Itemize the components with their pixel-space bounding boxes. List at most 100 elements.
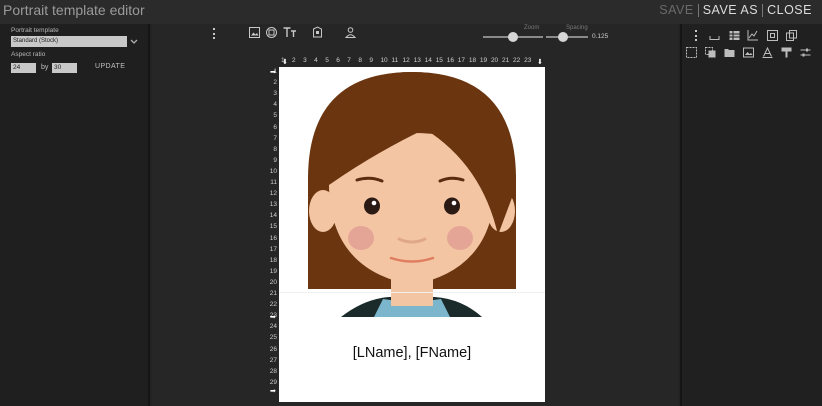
left-panel: Portrait template Standard (Stock) Aspec…: [0, 24, 150, 406]
table-icon[interactable]: [729, 30, 740, 41]
ruler-tick-label: 14: [424, 57, 432, 64]
save-button[interactable]: SAVE: [659, 3, 693, 17]
ruler-tick-label: 22: [513, 57, 521, 64]
ruler-marker-icon[interactable]: ➡: [270, 68, 276, 76]
guide-line: [279, 292, 545, 293]
divider: [697, 3, 699, 17]
divider: [762, 3, 764, 17]
ruler-tick-label: 25: [269, 334, 277, 342]
ruler-tick-label: 24: [269, 323, 277, 331]
ruler-tick-label: 17: [457, 57, 466, 64]
ruler-tick-label: 9: [273, 156, 277, 164]
ruler-tick-label: 8: [358, 57, 362, 64]
group-icon[interactable]: [705, 47, 716, 58]
ruler-tick-label: 5: [273, 112, 277, 120]
ruler-tick-label: 28: [269, 367, 277, 375]
save-as-button[interactable]: SAVE AS: [703, 3, 758, 17]
ruler-tick-label: 13: [413, 57, 421, 64]
ruler-tick-label: 12: [402, 57, 410, 64]
ruler-tick-label: 2: [292, 57, 296, 64]
ruler-tick-label: 11: [270, 179, 277, 186]
spacing-slider-handle[interactable]: [558, 32, 568, 42]
grid-icon[interactable]: [767, 30, 778, 41]
paint-roller-icon[interactable]: [781, 47, 792, 58]
ruler-tick-label: 3: [273, 90, 277, 98]
circle-frame-icon[interactable]: [266, 27, 277, 38]
ruler-marker-icon[interactable]: ➡: [270, 313, 276, 321]
sliders-icon[interactable]: [800, 47, 811, 58]
badge-icon[interactable]: [312, 26, 323, 38]
ruler-tick-label: 11: [391, 57, 399, 64]
more-vert-icon[interactable]: [212, 28, 216, 39]
ruler-tick-label: 21: [269, 290, 277, 297]
ruler-tick-label: 18: [468, 57, 477, 64]
ruler-tick-label: 20: [490, 57, 499, 64]
font-icon[interactable]: [762, 46, 773, 58]
ruler-tick-label: 7: [347, 57, 351, 64]
aspect-height-field[interactable]: 30: [52, 63, 77, 73]
name-placeholder-text[interactable]: [LName], [FName]: [279, 345, 545, 361]
aspect-width-field[interactable]: 24: [11, 63, 36, 73]
update-button[interactable]: UPDATE: [95, 63, 125, 70]
spacing-value: 0.125: [592, 33, 609, 40]
ruler-tick-label: 26: [269, 345, 277, 353]
ruler-tick-label: 4: [314, 57, 318, 64]
right-panel: [680, 24, 822, 406]
layers-icon[interactable]: [724, 47, 735, 58]
by-label: by: [41, 64, 49, 71]
underline-icon[interactable]: [709, 30, 720, 41]
select-icon[interactable]: [686, 47, 697, 58]
close-button[interactable]: CLOSE: [767, 3, 812, 17]
ruler-tick-label: 5: [325, 57, 329, 64]
ruler-tick-label: 19: [479, 57, 488, 64]
ruler-tick-label: 19: [269, 267, 277, 275]
portrait-photo[interactable]: [279, 67, 545, 317]
copy-icon[interactable]: [786, 30, 797, 41]
ruler-tick-label: 27: [269, 356, 277, 364]
zoom-label: Zoom: [524, 25, 540, 31]
text-size-icon[interactable]: [283, 27, 297, 38]
ruler-tick-label: 9: [369, 57, 374, 64]
ruler-tick-label: 15: [269, 223, 277, 231]
ruler-tick-label: 29: [269, 378, 277, 386]
ruler-tick-label: 13: [269, 201, 277, 209]
ruler-tick-label: 12: [269, 190, 277, 198]
ruler-tick-label: 22: [269, 301, 277, 309]
title-actions: SAVE SAVE AS CLOSE: [659, 3, 812, 17]
ruler-tick-label: 2: [273, 79, 277, 87]
ruler-tick-label: 6: [273, 123, 277, 131]
ruler-tick-label: 17: [269, 245, 277, 253]
ruler-tick-label: 21: [502, 57, 510, 64]
image-icon[interactable]: [249, 27, 260, 38]
ruler-tick-label: 7: [273, 134, 277, 142]
spacing-label: Spacing: [566, 25, 588, 31]
ruler-tick-label: 23: [524, 57, 532, 64]
ruler-tick-label: 6: [336, 57, 340, 64]
ruler-tick-label: 4: [273, 101, 277, 109]
ruler-tick-label: 3: [303, 57, 307, 64]
aspect-ratio-label: Aspect ratio: [11, 51, 46, 58]
ruler-marker-icon[interactable]: ➡: [270, 387, 276, 395]
chevron-down-icon[interactable]: [129, 36, 139, 47]
ruler-tick-label: 20: [269, 278, 277, 286]
ruler-marker-icon[interactable]: ⬇: [282, 58, 288, 66]
more-vert-icon[interactable]: [694, 30, 698, 41]
ruler-tick-label: 18: [269, 256, 277, 264]
gallery-icon[interactable]: [743, 47, 754, 58]
ruler-tick-label: 8: [273, 145, 277, 153]
zoom-slider-handle[interactable]: [507, 32, 518, 42]
window-title: Portrait template editor: [3, 2, 145, 18]
title-bar: Portrait template editor SAVE SAVE AS CL…: [0, 0, 822, 24]
ruler-tick-label: 15: [435, 57, 443, 64]
ruler-tick-label: 16: [269, 234, 277, 242]
ruler-marker-icon[interactable]: ⬇: [537, 58, 543, 66]
ruler-tick-label: 10: [380, 57, 388, 64]
ruler-tick-label: 16: [446, 57, 454, 64]
portrait-canvas[interactable]: [LName], [FName]: [279, 67, 545, 402]
person-icon[interactable]: [344, 27, 357, 38]
ruler-tick-label: 14: [269, 212, 277, 220]
ruler-tick-label: 10: [269, 167, 277, 175]
chart-axes-icon[interactable]: [747, 30, 758, 41]
template-label: Portrait template: [11, 27, 59, 34]
template-select[interactable]: Standard (Stock): [11, 36, 127, 47]
